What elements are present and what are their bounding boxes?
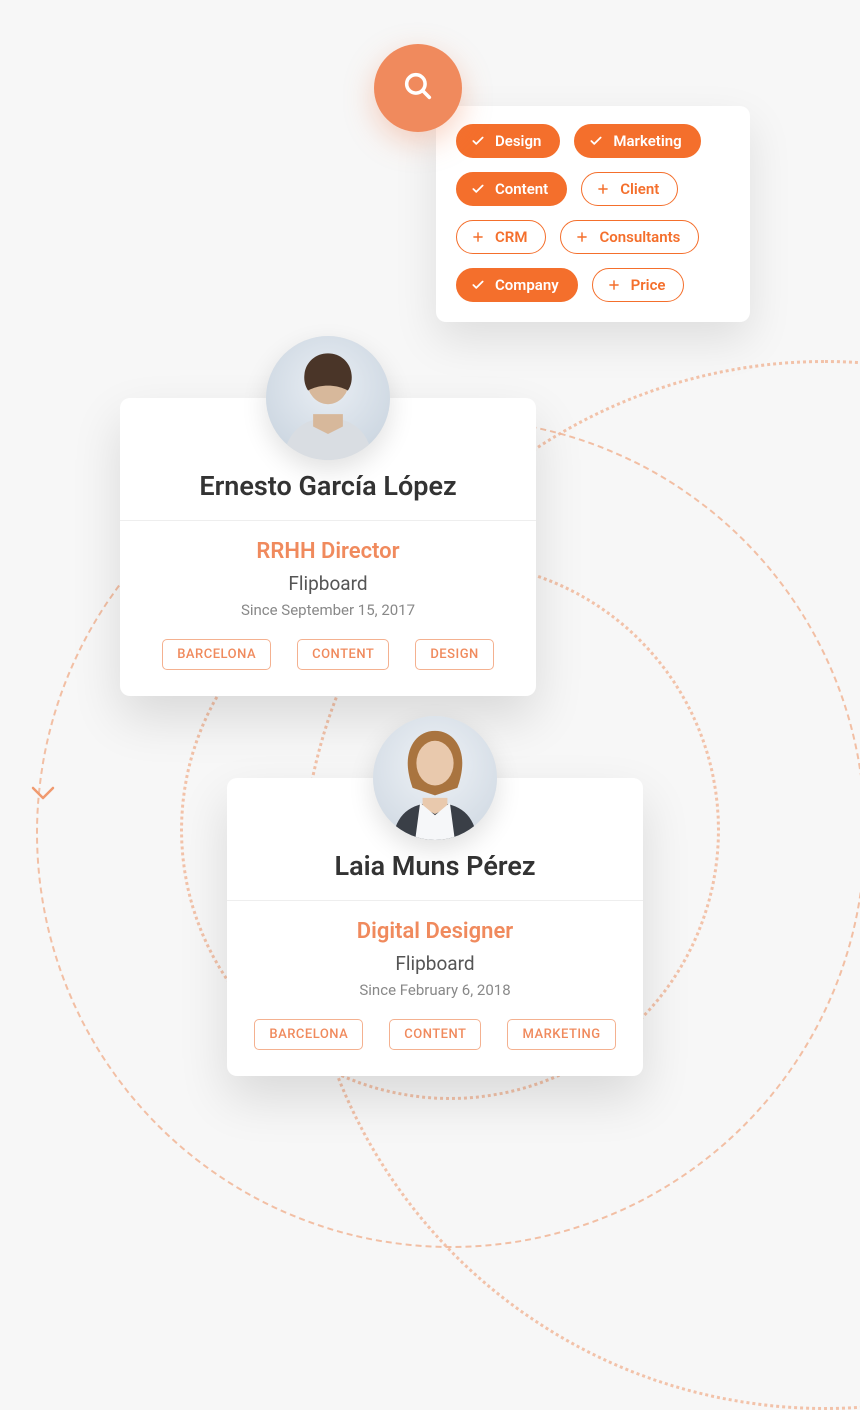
filter-chip-label: Marketing (613, 132, 681, 150)
profile-name: Ernesto García López (142, 470, 514, 520)
avatar (266, 336, 390, 460)
profile-name: Laia Muns Pérez (249, 850, 621, 900)
filter-chip-label: Company (495, 276, 559, 294)
profile-role: RRHH Director (142, 539, 514, 564)
check-icon (471, 182, 485, 196)
check-icon (471, 278, 485, 292)
profile-tag[interactable]: CONTENT (297, 639, 389, 670)
filter-chip-client[interactable]: Client (581, 172, 678, 206)
filter-chip-label: Price (631, 276, 666, 294)
search-icon (401, 69, 435, 107)
profile-tag[interactable]: BARCELONA (162, 639, 271, 670)
filter-chip-design[interactable]: Design (456, 124, 560, 158)
profile-since: Since September 15, 2017 (142, 601, 514, 619)
avatar (373, 716, 497, 840)
profile-tag[interactable]: DESIGN (415, 639, 493, 670)
filter-chip-company[interactable]: Company (456, 268, 578, 302)
plus-icon (607, 278, 621, 292)
profile-role: Digital Designer (249, 919, 621, 944)
divider (120, 520, 536, 521)
filter-chip-content[interactable]: Content (456, 172, 567, 206)
filter-chip-crm[interactable]: CRM (456, 220, 546, 254)
profile-tag[interactable]: BARCELONA (254, 1019, 363, 1050)
profile-tag[interactable]: CONTENT (389, 1019, 481, 1050)
chevron-down-icon (28, 778, 58, 808)
profile-company: Flipboard (142, 572, 514, 595)
plus-icon (596, 182, 610, 196)
search-button[interactable] (374, 44, 462, 132)
filter-chip-label: Design (495, 132, 541, 150)
check-icon (589, 134, 603, 148)
profile-tags: BARCELONA CONTENT DESIGN (142, 639, 514, 670)
filter-chip-label: Consultants (599, 228, 680, 246)
check-icon (471, 134, 485, 148)
filter-chip-price[interactable]: Price (592, 268, 685, 302)
filter-chip-consultants[interactable]: Consultants (560, 220, 699, 254)
profile-since: Since February 6, 2018 (249, 981, 621, 999)
filter-panel: Design Marketing Content Client CRM Cons… (436, 106, 750, 322)
profile-card: Ernesto García López RRHH Director Flipb… (120, 398, 536, 696)
profile-card: Laia Muns Pérez Digital Designer Flipboa… (227, 778, 643, 1076)
filter-chip-label: Content (495, 180, 548, 198)
filter-chip-label: CRM (495, 228, 527, 246)
profile-tag[interactable]: MARKETING (507, 1019, 615, 1050)
plus-icon (471, 230, 485, 244)
filter-chip-marketing[interactable]: Marketing (574, 124, 700, 158)
filter-chip-label: Client (620, 180, 659, 198)
profile-company: Flipboard (249, 952, 621, 975)
profile-tags: BARCELONA CONTENT MARKETING (249, 1019, 621, 1050)
plus-icon (575, 230, 589, 244)
divider (227, 900, 643, 901)
